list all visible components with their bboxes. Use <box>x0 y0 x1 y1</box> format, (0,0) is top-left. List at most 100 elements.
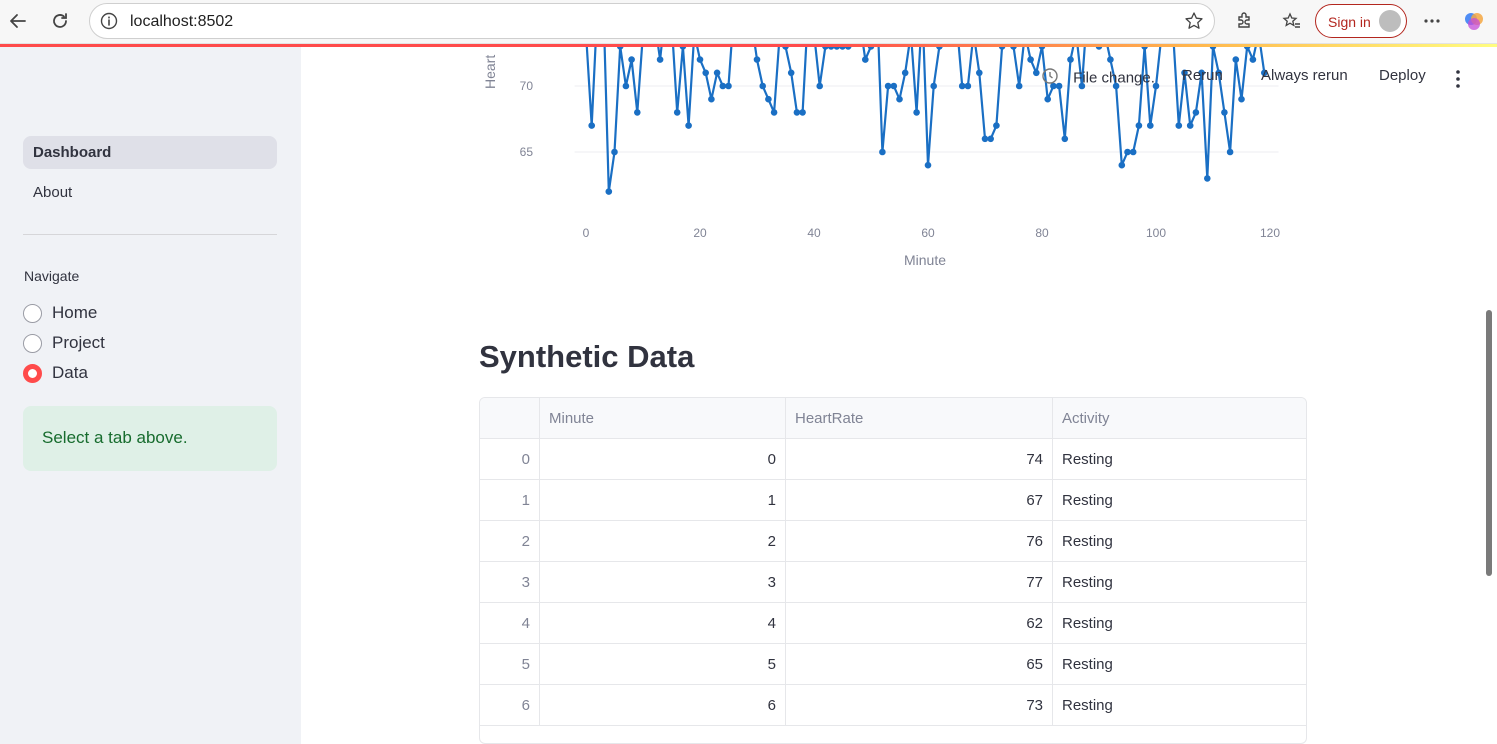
data-point[interactable] <box>1141 47 1148 50</box>
column-header-minute[interactable]: Minute <box>540 398 786 439</box>
radio-circle-icon[interactable] <box>23 333 42 353</box>
data-point[interactable] <box>1209 47 1217 50</box>
deploy-button[interactable]: Deploy <box>1379 67 1426 91</box>
data-point[interactable] <box>673 109 681 116</box>
radio-data[interactable]: Data <box>23 361 88 385</box>
data-point[interactable] <box>1147 122 1154 129</box>
data-point[interactable] <box>1015 82 1023 90</box>
table-row[interactable]: 5 5 65 Resting <box>480 644 1306 685</box>
data-point[interactable] <box>1192 109 1200 116</box>
data-point[interactable] <box>1118 161 1126 169</box>
column-header-index[interactable] <box>480 398 540 439</box>
reload-icon[interactable] <box>46 7 74 35</box>
back-arrow-icon[interactable] <box>4 7 32 35</box>
heartrate-cell[interactable]: 76 <box>786 521 1053 562</box>
data-point[interactable] <box>1107 56 1114 63</box>
heartrate-cell[interactable]: 73 <box>786 685 1053 726</box>
page-scrollbar[interactable] <box>1486 310 1492 576</box>
table-row[interactable]: 6 6 73 Resting <box>480 685 1306 726</box>
data-point[interactable] <box>924 161 932 169</box>
sidebar-item-about[interactable]: About <box>23 176 277 209</box>
table-row[interactable]: 4 4 62 Resting <box>480 603 1306 644</box>
data-point[interactable] <box>816 82 823 90</box>
sign-in-button[interactable]: Sign in <box>1315 4 1407 38</box>
data-point[interactable] <box>759 82 766 90</box>
activity-cell[interactable]: Resting <box>1053 644 1306 685</box>
data-point[interactable] <box>1061 135 1069 143</box>
data-point[interactable] <box>822 47 829 50</box>
minute-cell[interactable]: 5 <box>540 644 786 685</box>
heartrate-cell[interactable]: 65 <box>786 644 1053 685</box>
data-point[interactable] <box>1204 175 1211 182</box>
favorite-star-icon[interactable] <box>1184 11 1204 36</box>
data-point[interactable] <box>1135 122 1143 129</box>
data-point[interactable] <box>1095 47 1103 50</box>
radio-circle-icon[interactable] <box>23 303 42 323</box>
radio-selected-icon[interactable] <box>23 363 42 383</box>
table-row[interactable]: 1 1 67 Resting <box>480 480 1306 521</box>
data-point[interactable] <box>679 47 687 50</box>
data-point[interactable] <box>1010 47 1017 50</box>
table-row[interactable]: 2 2 76 Resting <box>480 521 1306 562</box>
data-point[interactable] <box>605 188 613 195</box>
data-point[interactable] <box>964 82 972 90</box>
column-header-heartrate[interactable]: HeartRate <box>786 398 1053 439</box>
data-point[interactable] <box>833 47 841 50</box>
data-point[interactable] <box>1249 56 1257 63</box>
data-point[interactable] <box>1044 95 1051 103</box>
data-point[interactable] <box>981 135 989 143</box>
data-point[interactable] <box>1186 122 1194 129</box>
data-point[interactable] <box>998 47 1006 50</box>
data-point[interactable] <box>976 69 983 77</box>
data-point[interactable] <box>1226 148 1234 156</box>
data-point[interactable] <box>1221 109 1228 116</box>
info-icon[interactable] <box>100 12 118 35</box>
radio-home[interactable]: Home <box>23 301 97 325</box>
data-point[interactable] <box>628 56 635 63</box>
table-row[interactable] <box>480 726 1306 743</box>
table-row[interactable]: 3 3 77 Resting <box>480 562 1306 603</box>
data-point[interactable] <box>993 122 1000 129</box>
data-point[interactable] <box>879 148 886 156</box>
table-row[interactable]: 0 0 74 Resting <box>480 439 1306 480</box>
data-point[interactable] <box>616 47 624 50</box>
data-point[interactable] <box>588 122 595 129</box>
data-point[interactable] <box>862 56 869 63</box>
data-point[interactable] <box>913 109 920 116</box>
data-point[interactable] <box>719 82 727 90</box>
data-point[interactable] <box>884 82 892 90</box>
data-point[interactable] <box>1124 148 1131 156</box>
data-point[interactable] <box>1238 95 1245 103</box>
data-point[interactable] <box>958 82 966 90</box>
extensions-icon[interactable] <box>1230 7 1258 35</box>
data-point[interactable] <box>799 109 806 116</box>
data-point[interactable] <box>770 109 778 116</box>
data-point[interactable] <box>901 69 909 77</box>
data-point[interactable] <box>787 69 795 77</box>
data-point[interactable] <box>987 135 994 143</box>
heartrate-cell[interactable]: 67 <box>786 480 1053 521</box>
data-point[interactable] <box>1175 122 1183 129</box>
data-point[interactable] <box>1033 69 1040 77</box>
minute-cell[interactable]: 6 <box>540 685 786 726</box>
rerun-button[interactable]: Rerun <box>1182 67 1223 91</box>
minute-cell[interactable]: 2 <box>540 521 786 562</box>
data-point[interactable] <box>611 148 618 156</box>
activity-cell[interactable]: Resting <box>1053 480 1306 521</box>
data-point[interactable] <box>1027 56 1034 63</box>
data-point[interactable] <box>793 109 801 116</box>
data-point[interactable] <box>930 82 937 90</box>
data-point[interactable] <box>844 47 852 50</box>
more-options-icon[interactable] <box>1418 7 1446 35</box>
radio-project[interactable]: Project <box>23 331 105 355</box>
data-point[interactable] <box>708 95 715 103</box>
always-rerun-button[interactable]: Always rerun <box>1261 67 1348 91</box>
activity-cell[interactable]: Resting <box>1053 439 1306 480</box>
heartrate-cell[interactable]: 77 <box>786 562 1053 603</box>
data-point[interactable] <box>839 47 846 50</box>
minute-cell[interactable]: 1 <box>540 480 786 521</box>
data-point[interactable] <box>713 69 721 77</box>
activity-cell[interactable]: Resting <box>1053 685 1306 726</box>
activity-cell[interactable]: Resting <box>1053 562 1306 603</box>
data-point[interactable] <box>1067 56 1074 63</box>
